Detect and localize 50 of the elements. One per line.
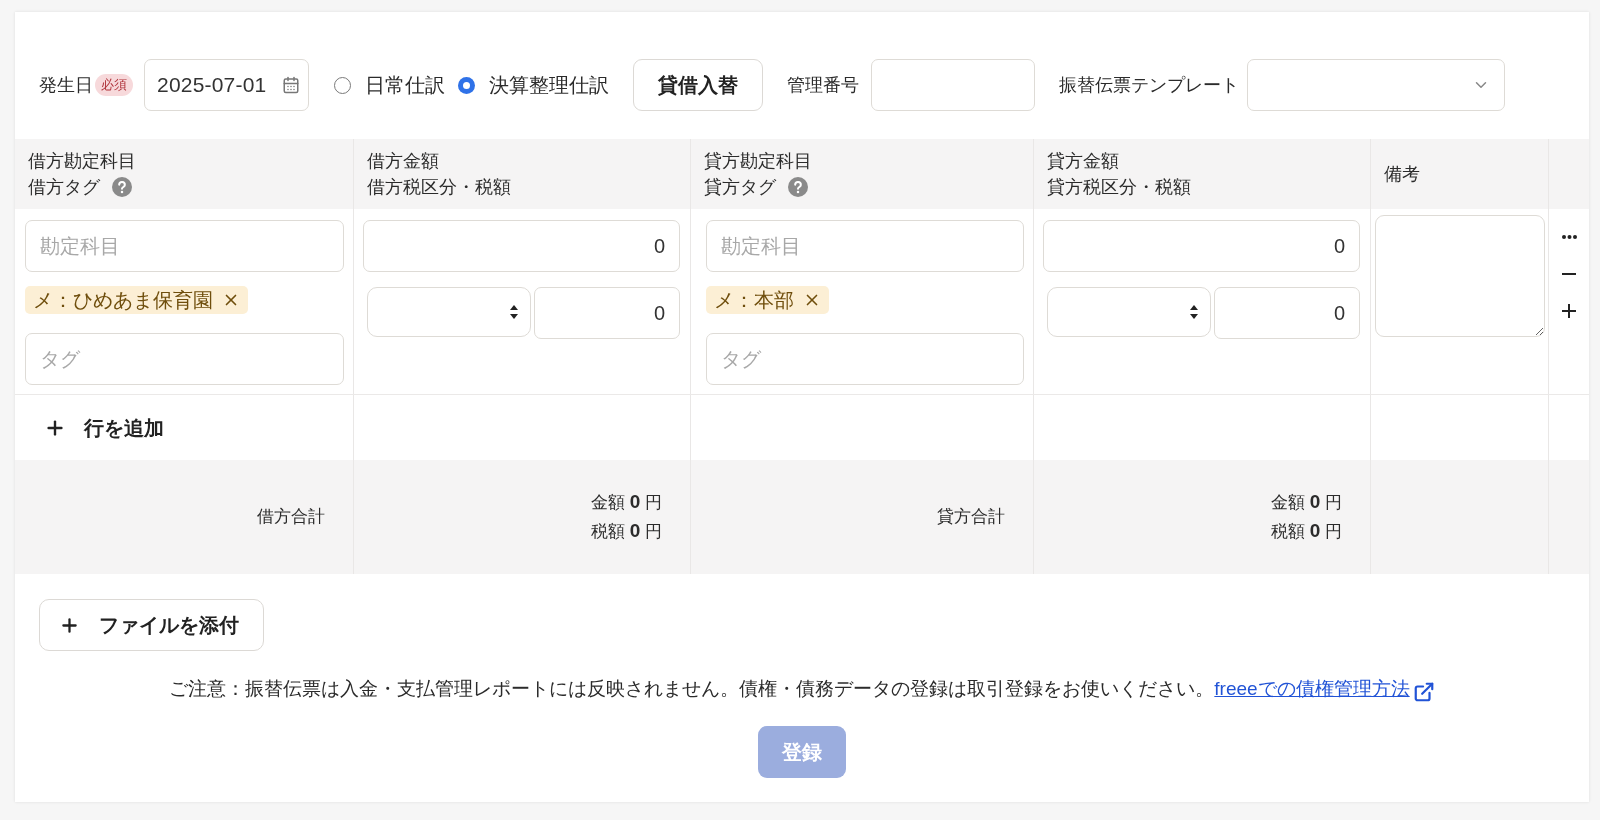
tag-field[interactable]: タグ — [706, 333, 1024, 385]
column-header-label: 借方勘定科目 — [28, 150, 137, 173]
calendar-icon — [282, 76, 300, 94]
minus-icon — [1562, 273, 1576, 275]
column-header-label: 借方タグ — [28, 176, 100, 199]
external-link-icon — [1412, 681, 1435, 703]
account-field[interactable]: 勘定科目 — [706, 220, 1024, 272]
column-header-label: 貸方税区分・税額 — [1047, 176, 1192, 199]
tag-field[interactable]: タグ — [25, 333, 344, 385]
ellipsis-icon — [1561, 235, 1577, 239]
field-label: 管理番号 — [787, 73, 859, 97]
field-label: 振替伝票テンプレート — [1059, 73, 1239, 97]
column-header-label: 貸方金額 — [1047, 150, 1120, 173]
help-link[interactable]: freeeでの債権管理方法 — [1214, 675, 1435, 703]
tag-label: メ：ひめあま保育園 — [33, 288, 213, 313]
radio-button[interactable] — [334, 76, 351, 94]
attach-file-button[interactable]: ファイルを添付 — [39, 599, 264, 651]
up-down-arrows-icon — [510, 305, 518, 319]
total-amount-text: 金額 0 円 — [590, 490, 662, 514]
up-down-arrows-icon — [1190, 305, 1198, 319]
help-icon[interactable] — [788, 177, 808, 197]
date-field[interactable]: 2025-07-01 — [144, 59, 309, 111]
column-header-label: 備考 — [1384, 163, 1421, 186]
control-number-field[interactable] — [871, 59, 1035, 111]
swap-button[interactable]: 貸借入替 — [633, 59, 763, 111]
help-icon[interactable] — [112, 177, 132, 197]
total-amount-text: 税額 0 円 — [590, 519, 662, 543]
account-field[interactable]: 勘定科目 — [25, 220, 344, 272]
amount-field[interactable]: 0 — [363, 220, 680, 272]
column-header-label: 貸方勘定科目 — [704, 150, 813, 173]
total-amount-text: 金額 0 円 — [1270, 490, 1342, 514]
column-header-label: 借方金額 — [367, 150, 440, 173]
tag-label: メ：本部 — [714, 288, 794, 313]
radio-button[interactable] — [458, 76, 475, 94]
notice-text: ご注意：振替伝票は入金・支払管理レポートには反映されません。債権・債務データの登録は取引登録をお使いください。freeeでの債権管理方法 — [15, 675, 1589, 703]
add-row-button[interactable]: 行を追加 — [44, 412, 164, 443]
required-badge: 必須 — [95, 74, 133, 96]
radio-label[interactable]: 日常仕訳 — [365, 70, 445, 100]
total-amount-text: 税額 0 円 — [1270, 519, 1342, 543]
total-label: 借方合計 — [257, 506, 325, 529]
total-label: 貸方合計 — [937, 506, 1005, 529]
tax-amount-field[interactable]: 0 — [1214, 287, 1360, 339]
field-label: 発生日 — [39, 73, 93, 97]
memo-field[interactable] — [1375, 215, 1545, 337]
column-header-label: 貸方タグ — [704, 176, 776, 199]
column-header-label: 借方税区分・税額 — [367, 176, 512, 199]
tax-amount-field[interactable]: 0 — [534, 287, 680, 339]
plus-icon — [1562, 304, 1576, 318]
amount-field[interactable]: 0 — [1043, 220, 1360, 272]
radio-label[interactable]: 決算整理仕訳 — [489, 70, 609, 100]
